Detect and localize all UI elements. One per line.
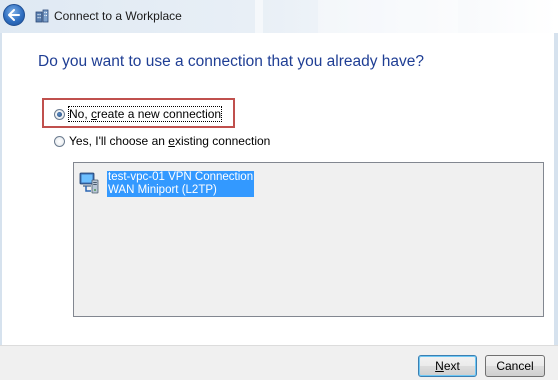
- connection-list[interactable]: test-vpc-01 VPN Connection WAN Miniport …: [73, 162, 544, 317]
- window-title: Connect to a Workplace: [54, 9, 182, 23]
- cancel-button-label: Cancel: [496, 359, 534, 373]
- option-new-connection-label[interactable]: No, create a new connection: [67, 106, 223, 122]
- glass-streak: [318, 0, 458, 33]
- cancel-button[interactable]: Cancel: [485, 355, 545, 377]
- radio-existing-connection[interactable]: [54, 135, 65, 147]
- radio-new-connection[interactable]: [54, 108, 65, 120]
- window-frame-right: [554, 33, 558, 379]
- workplace-icon: [35, 9, 49, 23]
- access-key: e: [168, 134, 175, 148]
- label-suffix: xisting connection: [174, 134, 271, 148]
- option-new-connection[interactable]: No, create a new connection: [54, 106, 223, 122]
- label-prefix: Yes, I'll choose an: [69, 134, 169, 148]
- option-existing-connection-label[interactable]: Yes, I'll choose an existing connection: [69, 134, 270, 148]
- connection-name: test-vpc-01 VPN Connection: [107, 171, 255, 184]
- list-item[interactable]: test-vpc-01 VPN Connection WAN Miniport …: [79, 171, 255, 197]
- footer-bar: Next Cancel: [0, 345, 558, 380]
- connection-device: WAN Miniport (L2TP): [107, 184, 255, 197]
- back-arrow-icon: [8, 9, 20, 21]
- option-existing-connection[interactable]: Yes, I'll choose an existing connection: [54, 134, 270, 148]
- title-bar: Connect to a Workplace: [0, 0, 558, 33]
- next-button[interactable]: Next: [418, 355, 477, 377]
- glass-streak: [255, 0, 263, 33]
- back-button[interactable]: [3, 4, 25, 26]
- access-key: N: [435, 359, 444, 373]
- next-button-label: ext: [443, 359, 460, 373]
- network-connection-icon: [79, 172, 99, 194]
- window-frame-left: [0, 33, 2, 379]
- label-suffix: reate a new connection: [97, 107, 222, 121]
- page-heading: Do you want to use a connection that you…: [38, 53, 425, 70]
- label-prefix: No,: [69, 107, 92, 121]
